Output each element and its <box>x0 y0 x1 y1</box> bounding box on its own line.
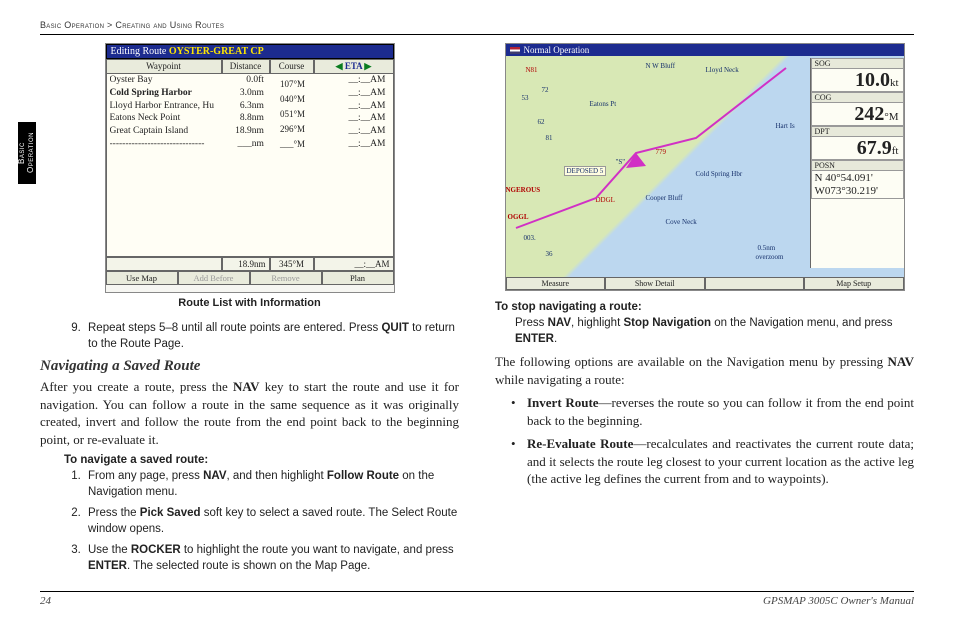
course-column: 107°M 040°M 051°M 296°M ___°M <box>271 74 315 256</box>
map-canvas: N W Bluff Lloyd Neck Eatons Pt Hart Is C… <box>506 58 812 268</box>
softkey-plan[interactable]: Plan <box>322 271 394 285</box>
section-tab: Basic Operation <box>18 122 36 184</box>
screenshot-caption: Route List with Information <box>40 297 459 309</box>
sog-value: 10.0kt <box>811 69 904 92</box>
right-column: Normal Operation N W Bluff Lloyd Neck Ea… <box>495 43 914 580</box>
list-item: Invert Route—reverses the route so you c… <box>527 394 914 429</box>
left-column: Editing Route OYSTER-GREAT CP Waypoint D… <box>40 43 459 580</box>
table-row: Eatons Neck Point8.8nm__:__AM <box>107 112 393 125</box>
cog-value: 242°M <box>811 103 904 126</box>
softkey-add-before[interactable]: Add Before <box>178 271 250 285</box>
route-list-screenshot: Editing Route OYSTER-GREAT CP Waypoint D… <box>105 43 395 293</box>
page-footer: 24 GPSMAP 3005C Owner's Manual <box>40 591 914 607</box>
list-item: Re-Evaluate Route—recalculates and react… <box>527 435 914 488</box>
map-screenshot: Normal Operation N W Bluff Lloyd Neck Ea… <box>505 43 905 291</box>
options-list: Invert Route—reverses the route so you c… <box>495 394 914 488</box>
route-list-softkeys: Use Map Add Before Remove Plan <box>106 271 394 285</box>
flag-icon <box>510 47 520 54</box>
route-list-totals: 18.9nm 345°M __:__AM <box>106 256 394 271</box>
subheading-to-stop: To stop navigating a route: <box>495 301 914 313</box>
posn-value: N 40°54.091'W073°30.219' <box>811 171 904 199</box>
subheading-to-navigate: To navigate a saved route: <box>64 454 459 466</box>
cog-label: COG <box>811 92 904 103</box>
softkey-map-setup[interactable]: Map Setup <box>804 277 904 290</box>
step-list-continued: Repeat steps 5–8 until all route points … <box>40 321 459 352</box>
route-list-body: Oyster Bay0.0ft__:__AM Cold Spring Harbo… <box>106 74 394 256</box>
stop-instruction: Press NAV, highlight Stop Navigation on … <box>515 316 914 347</box>
map-data-panel: SOG 10.0kt COG 242°M DPT 67.9ft POSN N 4… <box>810 58 904 268</box>
softkey-remove[interactable]: Remove <box>250 271 322 285</box>
heading-navigating-saved-route: Navigating a Saved Route <box>40 358 459 375</box>
softkey-show-detail[interactable]: Show Detail <box>605 277 705 290</box>
list-item: Press the Pick Saved soft key to select … <box>84 506 459 537</box>
softkey-use-map[interactable]: Use Map <box>106 271 178 285</box>
list-item: Repeat steps 5–8 until all route points … <box>84 321 459 352</box>
dpt-value: 67.9ft <box>811 137 904 160</box>
map-title-bar: Normal Operation <box>506 44 904 56</box>
route-list-title: Editing Route OYSTER-GREAT CP <box>106 44 394 59</box>
manual-title: GPSMAP 3005C Owner's Manual <box>763 595 914 607</box>
sog-label: SOG <box>811 58 904 69</box>
page-number: 24 <box>40 595 51 607</box>
dpt-label: DPT <box>811 126 904 137</box>
list-item: Use the ROCKER to highlight the route yo… <box>84 543 459 574</box>
table-row: ------------------------------___nm__:__… <box>107 138 393 151</box>
posn-label: POSN <box>811 160 904 171</box>
softkey-measure[interactable]: Measure <box>506 277 606 290</box>
route-list-headers: Waypoint Distance Course ◀ ETA ▶ <box>106 59 394 74</box>
table-row: Great Captain Island18.9nm__:__AM <box>107 125 393 138</box>
running-header: Basic Operation > Creating and Using Rou… <box>40 20 914 30</box>
paragraph: After you create a route, press the NAV … <box>40 378 459 448</box>
paragraph: The following options are available on t… <box>495 353 914 388</box>
list-item: From any page, press NAV, and then highl… <box>84 469 459 500</box>
map-softkeys: Measure Show Detail Map Setup <box>506 277 904 290</box>
table-row: Oyster Bay0.0ft__:__AM <box>107 74 393 87</box>
step-list-navigate: From any page, press NAV, and then highl… <box>40 469 459 574</box>
header-rule <box>40 34 914 35</box>
softkey-blank <box>705 277 805 290</box>
table-row: Lloyd Harbor Entrance, Hu6.3nm__:__AM <box>107 100 393 113</box>
table-row: Cold Spring Harbor3.0nm__:__AM <box>107 87 393 100</box>
